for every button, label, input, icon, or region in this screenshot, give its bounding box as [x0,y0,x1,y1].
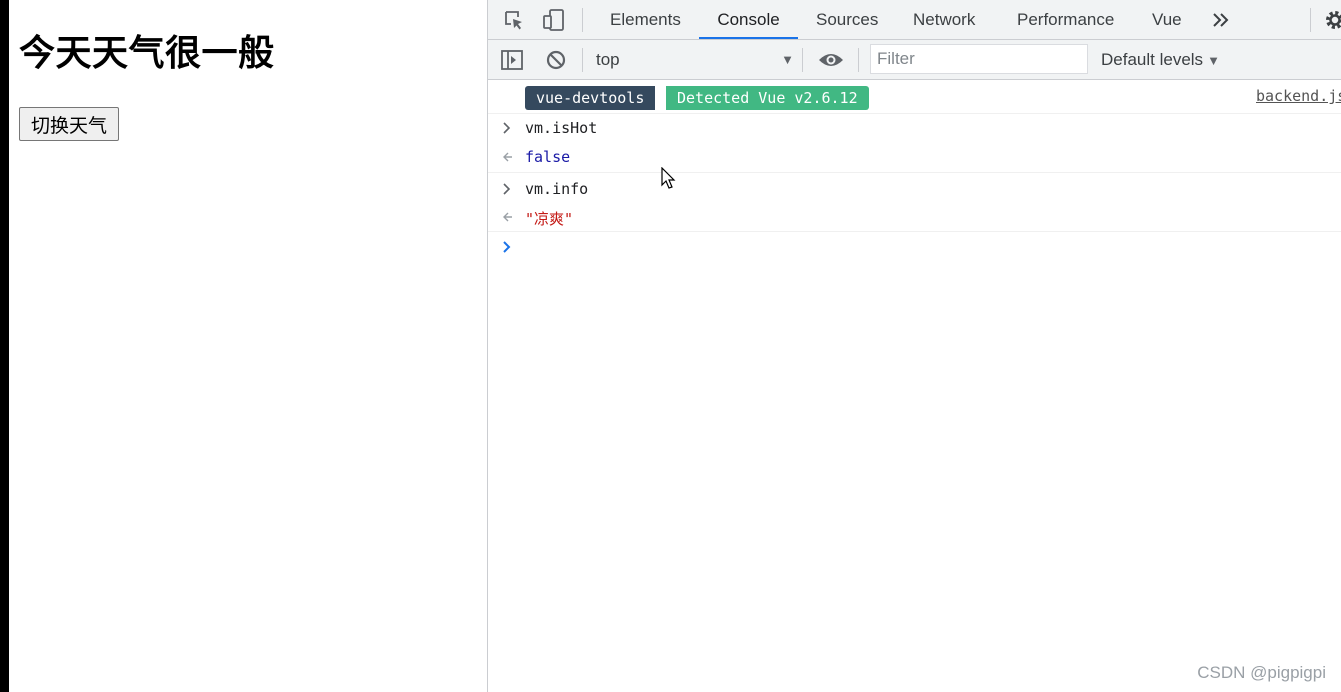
return-arrow-icon [503,152,512,162]
filter-input[interactable] [870,44,1088,74]
console-input-text: vm.isHot [525,119,598,137]
console-input-line: vm.info [488,175,1341,203]
detected-vue-badge: Detected Vue v2.6.12 [666,86,869,110]
mouse-cursor-icon [661,167,676,189]
vue-devtools-badge: vue-devtools [525,86,656,110]
toggle-weather-button[interactable]: 切换天气 [19,107,120,141]
eye-icon[interactable] [817,46,845,74]
context-select[interactable]: top ▼ [596,48,796,72]
dropdown-arrow-icon: ▼ [781,52,794,67]
input-chevron-icon [503,122,511,134]
tab-network[interactable]: Network [913,0,975,39]
dropdown-arrow-icon: ▼ [1207,53,1220,68]
console-entry: vm.isHot false [488,114,1341,173]
more-tabs-icon[interactable] [1210,8,1232,32]
console-prompt[interactable] [488,232,1341,262]
page-heading: 今天天气很一般 [19,33,275,74]
console-result-line: false [488,143,1341,171]
source-link[interactable]: backend.js [1256,87,1341,105]
devtools-tabbar: Elements Console Sources Network Perform… [488,0,1341,40]
log-levels-label: Default levels [1101,50,1204,69]
sidebar-toggle-icon[interactable] [498,46,526,74]
toolbar-separator [802,48,803,72]
console-input-line: vm.isHot [488,114,1341,142]
console-result-text: "凉爽" [525,210,574,228]
tab-sources[interactable]: Sources [816,0,878,39]
console-entry: vm.info "凉爽" [488,173,1341,232]
console-result-line: "凉爽" [488,203,1341,231]
return-arrow-icon [503,212,512,222]
inspect-icon[interactable] [500,6,528,34]
tabbar-separator [1310,8,1311,32]
window-edge [0,0,9,692]
tabbar-separator [582,8,583,32]
device-toggle-icon[interactable] [540,6,568,34]
console-result-text: false [525,148,571,166]
toolbar-separator [582,48,583,72]
watermark: CSDN @pigpigpi [1197,663,1326,682]
tab-vue[interactable]: Vue [1152,0,1182,39]
context-value: top [596,50,620,69]
clear-console-icon[interactable] [542,46,570,74]
devtools-panel: Elements Console Sources Network Perform… [487,0,1341,692]
tab-performance[interactable]: Performance [1017,0,1114,39]
tab-console[interactable]: Console [699,0,798,39]
input-chevron-icon [503,183,511,195]
prompt-chevron-icon [503,241,511,253]
console-message: vue-devtools Detected Vue v2.6.12 backen… [488,80,1341,114]
console-output: vue-devtools Detected Vue v2.6.12 backen… [488,80,1341,692]
rendered-page: 今天天气很一般 切换天气 [9,0,487,692]
toolbar-separator [858,48,859,72]
log-levels-dropdown[interactable]: Default levels ▼ [1101,48,1220,72]
settings-gear-icon[interactable] [1324,8,1341,32]
tab-elements[interactable]: Elements [610,0,681,39]
console-toolbar: top ▼ Default levels▼ [488,40,1341,80]
console-input-text: vm.info [525,180,589,198]
